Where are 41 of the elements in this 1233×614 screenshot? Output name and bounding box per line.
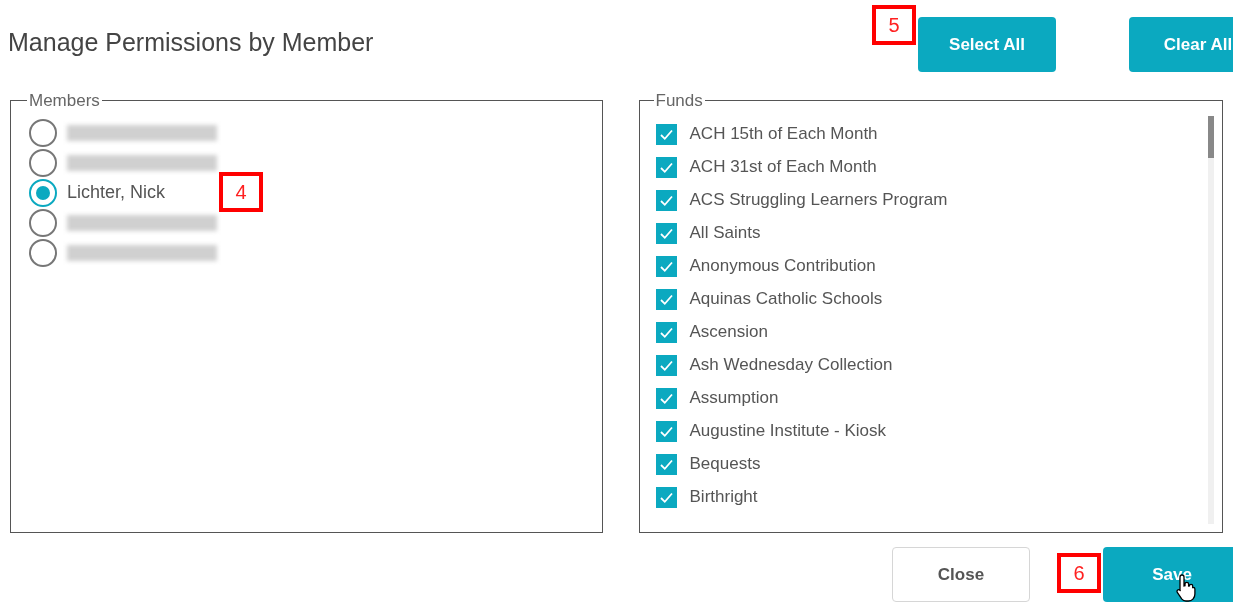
- checkbox[interactable]: [655, 189, 677, 211]
- fund-label: Anonymous Contribution: [689, 255, 876, 278]
- checkbox[interactable]: [655, 123, 677, 145]
- radio-button[interactable]: [29, 238, 57, 267]
- action-button[interactable]: Select All: [918, 17, 1056, 72]
- close-button[interactable]: Close: [892, 547, 1030, 602]
- checkbox[interactable]: [655, 453, 677, 475]
- checkbox[interactable]: [655, 387, 677, 409]
- radio-button[interactable]: [29, 148, 57, 177]
- member-name: Lichter, Nick: [67, 181, 166, 204]
- fund-label: ACS Struggling Learners Program: [689, 189, 948, 212]
- fund-label: Ascension: [689, 321, 768, 344]
- step-number-callout: 5: [872, 5, 916, 45]
- checkbox[interactable]: [655, 222, 677, 244]
- action-button[interactable]: Clear All: [1129, 17, 1233, 72]
- panel-legend: Members: [27, 88, 102, 114]
- step-number-callout: 4: [219, 171, 263, 212]
- step-number-callout: 6: [1057, 553, 1101, 593]
- checkbox[interactable]: [655, 288, 677, 310]
- checkbox[interactable]: [655, 354, 677, 376]
- dialog-title: Manage Permissions by Member: [8, 27, 374, 58]
- fund-label: Birthright: [689, 486, 758, 509]
- fund-label: Augustine Institute - Kiosk: [689, 420, 887, 443]
- fund-label: ACH 31st of Each Month: [689, 156, 877, 179]
- fund-label: Aquinas Catholic Schools: [689, 288, 883, 311]
- checkbox[interactable]: [655, 156, 677, 178]
- fund-label: All Saints: [689, 222, 761, 245]
- radio-button[interactable]: [29, 208, 57, 237]
- checkbox[interactable]: [655, 255, 677, 277]
- radio-button[interactable]: [29, 178, 57, 207]
- fund-label: Bequests: [689, 453, 761, 476]
- fund-label: Assumption: [689, 387, 779, 410]
- checkbox[interactable]: [655, 420, 677, 442]
- scrollbar[interactable]: [1208, 115, 1214, 524]
- checkbox[interactable]: [655, 486, 677, 508]
- fund-label: Ash Wednesday Collection: [689, 354, 893, 377]
- fund-label: ACH 15th of Each Month: [689, 123, 878, 146]
- radio-button[interactable]: [29, 118, 57, 147]
- checkbox[interactable]: [655, 321, 677, 343]
- panel-legend: Funds: [653, 88, 705, 114]
- action-button[interactable]: Save: [1103, 547, 1233, 602]
